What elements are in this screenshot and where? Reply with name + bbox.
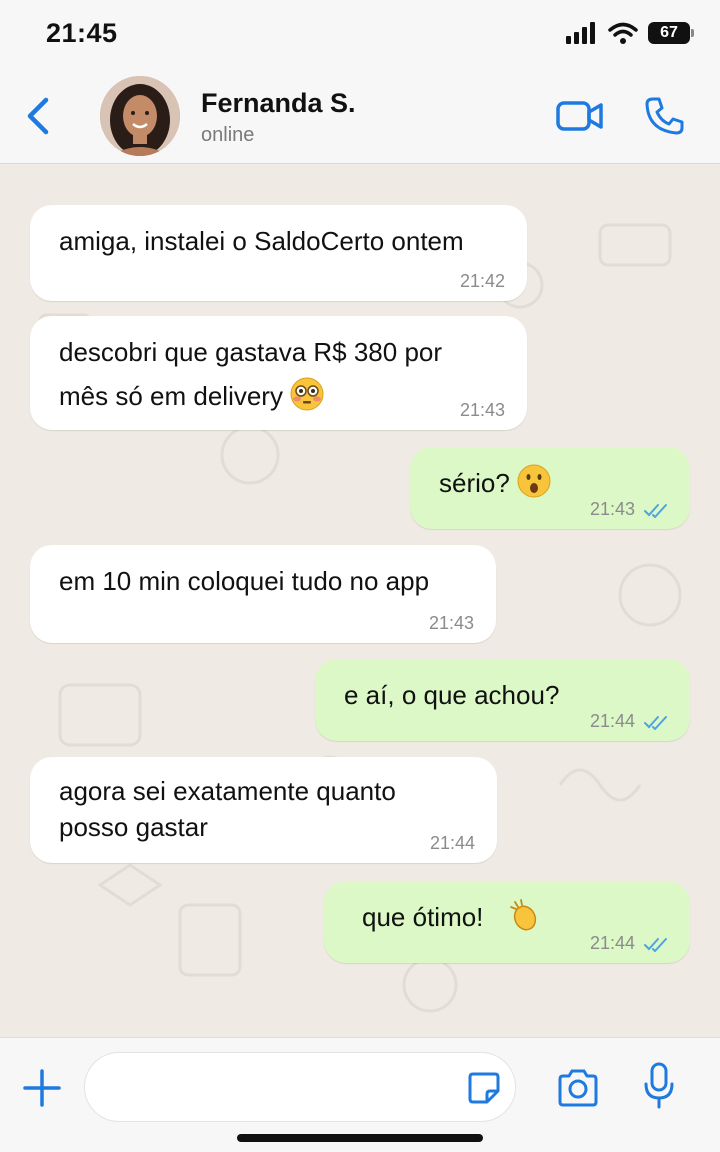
message-time: 21:43 — [459, 400, 505, 420]
message-line: sério? — [439, 468, 510, 498]
message-text: em 10 min coloquei tudo no app — [59, 566, 430, 596]
message-outgoing[interactable]: que ótimo! 21:44 — [324, 881, 690, 963]
plus-icon[interactable] — [22, 1068, 62, 1108]
contact-name[interactable]: Fernanda S. — [201, 88, 356, 119]
message-time: 21:44 — [590, 933, 670, 953]
message-line: descobri que gastava R$ 380 por — [59, 337, 443, 367]
message-incoming[interactable]: agora sei exatamente quanto posso gastar… — [30, 757, 497, 863]
camera-icon[interactable] — [556, 1068, 600, 1108]
message-text: que ótimo! — [362, 895, 561, 939]
message-input-box[interactable] — [84, 1052, 516, 1122]
clapping-hands-icon — [509, 899, 536, 931]
message-line: agora sei exatamente quanto — [59, 776, 396, 806]
signal-icon — [566, 22, 595, 44]
battery-indicator: 67 — [648, 22, 694, 44]
status-bar: 21:45 67 — [0, 0, 720, 68]
double-check-icon — [644, 938, 667, 953]
status-time: 21:45 — [46, 18, 118, 48]
message-time: 21:44 — [429, 833, 475, 853]
message-outgoing[interactable]: sério? 21:43 — [410, 447, 690, 529]
contact-status: online — [201, 124, 255, 146]
wifi-icon — [608, 22, 638, 44]
phone-icon[interactable] — [644, 96, 684, 136]
message-line: mês só em delivery — [59, 381, 283, 411]
message-outgoing[interactable]: e aí, o que achou? 21:44 — [315, 659, 690, 741]
message-text: agora sei exatamente quanto posso gastar — [59, 773, 396, 845]
video-camera-icon[interactable] — [556, 98, 604, 134]
message-time: 21:42 — [459, 271, 505, 291]
microphone-icon[interactable] — [644, 1062, 674, 1110]
message-time-text: 21:43 — [589, 499, 635, 519]
message-time-text: 21:44 — [589, 933, 635, 953]
sticker-icon[interactable] — [467, 1071, 501, 1105]
flushed-face-icon — [290, 377, 324, 411]
message-line: que ótimo! — [362, 902, 484, 932]
message-text: descobri que gastava R$ 380 por mês só e… — [59, 330, 442, 418]
message-text: amiga, instalei o SaldoCerto ontem — [59, 226, 464, 256]
message-time: 21:44 — [590, 711, 670, 731]
chat-header: Fernanda S. online — [0, 68, 720, 164]
status-icons: 67 — [566, 22, 694, 44]
message-text: sério? — [439, 461, 551, 505]
chevron-left-icon[interactable] — [22, 96, 54, 136]
double-check-icon — [644, 716, 667, 731]
message-time: 21:43 — [428, 613, 474, 633]
message-incoming[interactable]: descobri que gastava R$ 380 por mês só e… — [30, 316, 527, 430]
avatar[interactable] — [100, 76, 180, 156]
message-input[interactable] — [105, 1067, 465, 1109]
message-incoming[interactable]: em 10 min coloquei tudo no app 21:43 — [30, 545, 496, 643]
message-incoming[interactable]: amiga, instalei o SaldoCerto ontem 21:42 — [30, 205, 527, 301]
chat-area[interactable]: amiga, instalei o SaldoCerto ontem 21:42… — [0, 165, 720, 1037]
hushed-face-icon — [517, 464, 551, 498]
message-time: 21:43 — [590, 499, 670, 519]
message-line: posso gastar — [59, 812, 208, 842]
message-text: e aí, o que achou? — [344, 680, 560, 710]
double-check-icon — [644, 504, 667, 519]
message-time-text: 21:44 — [589, 711, 635, 731]
home-indicator[interactable] — [237, 1134, 483, 1142]
